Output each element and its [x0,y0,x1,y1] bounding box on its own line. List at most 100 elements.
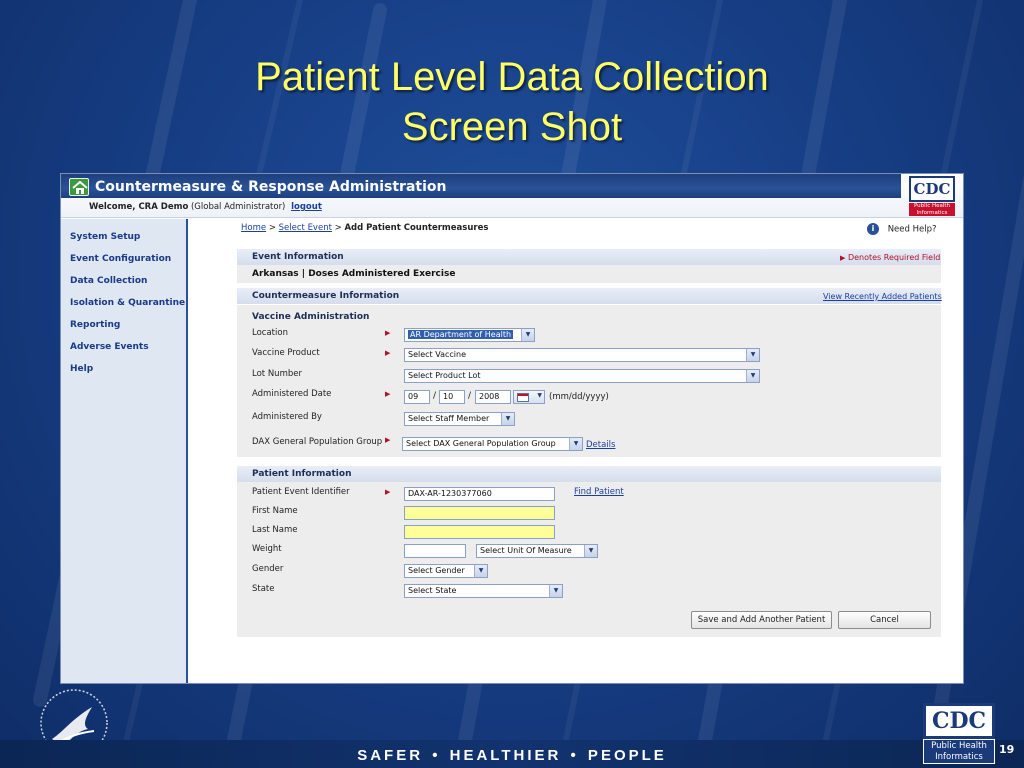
chevron-down-icon: ▼ [746,349,759,361]
state-select[interactable]: Select State ▼ [404,584,563,598]
chevron-down-icon: ▼ [746,370,759,382]
button-band [237,610,941,637]
need-help[interactable]: i Need Help? [867,223,937,235]
required-field-note: ▶ Denotes Required Field [840,253,940,262]
dax-group-label: DAX General Population Group [252,437,383,447]
event-info-header: Event Information [237,249,941,265]
first-name-label: First Name [252,506,298,516]
weight-input[interactable] [404,544,466,558]
breadcrumb-separator: > [334,223,342,233]
state-value: Select State [408,586,457,595]
required-marker-icon: ▶ [385,436,391,444]
role-label: (Global Administrator) [190,202,286,212]
required-marker-icon: ▶ [385,329,391,337]
welcome-label: Welcome, CRA Demo [89,202,189,212]
sidebar-item-reporting[interactable]: Reporting [70,320,120,330]
cdc-sub-line1: Public Health [913,203,951,209]
unit-of-measure-value: Select Unit Of Measure [480,546,572,555]
dax-group-value: Select DAX General Population Group [406,439,556,448]
gender-value: Select Gender [408,566,465,575]
chevron-down-icon: ▼ [521,329,534,341]
chevron-down-icon: ▼ [537,392,542,399]
calendar-picker-button[interactable]: ▼ [513,390,545,404]
unit-of-measure-select[interactable]: Select Unit Of Measure ▼ [476,544,598,558]
breadcrumb-select-event-link[interactable]: Select Event [279,223,332,233]
app-window: Countermeasure & Response Administration… [60,173,964,684]
sidebar-item-system-setup[interactable]: System Setup [70,232,140,242]
gender-label: Gender [252,564,284,574]
chevron-down-icon: ▼ [569,438,582,450]
required-marker-icon: ▶ [385,349,391,357]
logout-link[interactable]: logout [291,202,322,212]
gender-select[interactable]: Select Gender ▼ [404,564,488,578]
page-number: 19 [999,743,1015,756]
cdc-logo-footer: CDC Public Health Informatics [923,703,995,767]
chevron-down-icon: ▼ [501,413,514,425]
app-title-bar: Countermeasure & Response Administration [61,174,901,198]
vaccine-product-label: Vaccine Product [252,348,320,358]
view-recent-patients-link[interactable]: View Recently Added Patients [823,292,942,301]
chevron-down-icon: ▼ [474,565,487,577]
patient-info-header: Patient Information [237,466,941,482]
vaccine-product-value: Select Vaccine [408,350,466,359]
administered-by-select[interactable]: Select Staff Member ▼ [404,412,515,426]
required-marker-icon: ▶ [840,254,846,262]
dax-group-select[interactable]: Select DAX General Population Group ▼ [402,437,583,451]
event-name: Arkansas | Doses Administered Exercise [252,269,456,279]
vaccine-product-select[interactable]: Select Vaccine ▼ [404,348,760,362]
cdc-footer-logo-text: CDC [923,703,995,739]
details-link[interactable]: Details [586,440,615,450]
sidebar-item-event-configuration[interactable]: Event Configuration [70,254,171,264]
event-info-heading: Event Information [252,252,344,262]
lot-number-select[interactable]: Select Product Lot ▼ [404,369,760,383]
administered-by-label: Administered By [252,412,322,422]
last-name-input[interactable] [404,525,555,539]
cdc-footer-sub-line1: Public Health [931,741,987,751]
cdc-logo-subtitle: Public Health Informatics [909,203,955,216]
cdc-footer-subtitle: Public Health Informatics [923,739,995,764]
patient-identifier-input[interactable]: DAX-AR-1230377060 [404,487,555,501]
chevron-down-icon: ▼ [584,545,597,557]
date-month-input[interactable]: 09 [404,390,430,404]
cancel-button[interactable]: Cancel [838,611,931,629]
breadcrumb-current: Add Patient Countermeasures [344,223,489,233]
date-separator: / [433,391,437,401]
location-select-value: AR Department of Health [408,330,514,339]
app-title: Countermeasure & Response Administration [95,179,447,195]
weight-label: Weight [252,544,282,554]
info-icon[interactable]: i [867,223,879,235]
lot-number-value: Select Product Lot [408,371,481,380]
find-patient-link[interactable]: Find Patient [574,487,624,497]
welcome-bar: Welcome, CRA Demo (Global Administrator)… [89,202,322,212]
patient-info-heading: Patient Information [252,469,352,479]
sidebar-item-adverse-events[interactable]: Adverse Events [70,342,149,352]
need-help-label[interactable]: Need Help? [888,225,937,235]
date-day-input[interactable]: 10 [439,390,465,404]
save-add-another-button[interactable]: Save and Add Another Patient [691,611,832,629]
location-label: Location [252,328,288,338]
home-icon[interactable] [69,178,89,196]
date-format-hint: (mm/dd/yyyy) [549,392,609,402]
administered-date-label: Administered Date [252,389,332,399]
sidebar-item-help[interactable]: Help [70,364,93,374]
date-year-input[interactable]: 2008 [475,390,511,404]
required-field-note-text: Denotes Required Field [847,253,941,262]
cdc-footer-sub-line2: Informatics [935,752,983,762]
sidebar-item-data-collection[interactable]: Data Collection [70,276,147,286]
calendar-icon [517,393,529,402]
app-header: Countermeasure & Response Administration… [61,174,963,218]
first-name-input[interactable] [404,506,555,520]
slide-title: Patient Level Data Collection Screen Sho… [0,52,1024,152]
required-marker-icon: ▶ [385,390,391,398]
main-content: Home > Select Event > Add Patient Counte… [237,219,963,683]
administered-by-value: Select Staff Member [408,414,490,423]
sidebar-item-isolation-quarantine[interactable]: Isolation & Quarantine [70,298,185,308]
required-marker-icon: ▶ [385,488,391,496]
breadcrumb-home-link[interactable]: Home [241,223,266,233]
vaccine-administration-heading: Vaccine Administration [252,312,370,322]
location-select[interactable]: AR Department of Health ▼ [404,328,535,342]
patient-identifier-label: Patient Event Identifier [252,487,350,497]
slide-title-line2: Screen Shot [401,105,623,149]
sidebar: System Setup Event Configuration Data Co… [61,219,188,683]
breadcrumb: Home > Select Event > Add Patient Counte… [241,223,488,233]
